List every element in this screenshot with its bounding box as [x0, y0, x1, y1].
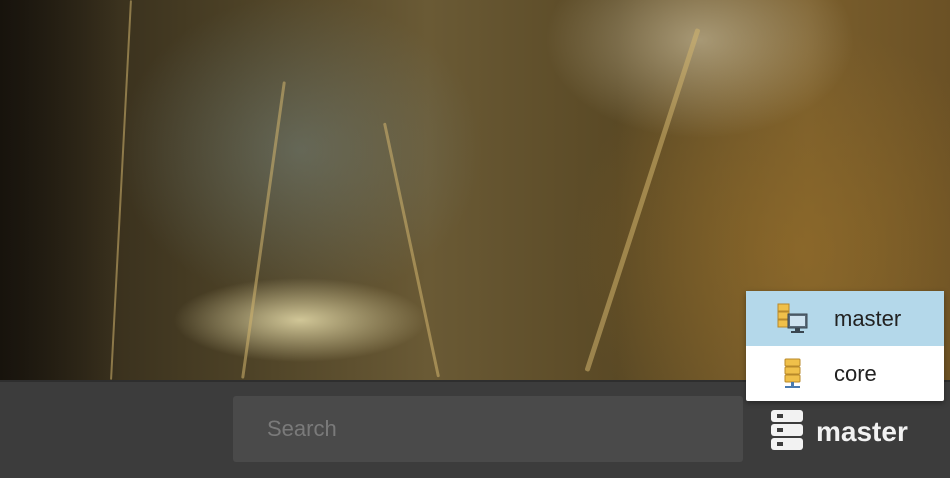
- menu-item-label: master: [834, 305, 902, 331]
- server-dropdown-menu: master core: [746, 291, 944, 401]
- server-stack-icon: [770, 409, 804, 455]
- server-monitor-icon: [776, 302, 810, 336]
- server-selector-button[interactable]: master: [758, 406, 938, 458]
- server-selector-label: master: [816, 416, 908, 447]
- grass-stem: [383, 122, 440, 378]
- photo-shadow: [0, 0, 120, 380]
- grass-stem: [241, 81, 286, 379]
- server-tower-icon: [776, 357, 810, 391]
- menu-item-core[interactable]: core: [746, 346, 944, 401]
- menu-item-label: core: [834, 360, 877, 386]
- menu-item-master[interactable]: master: [746, 291, 944, 346]
- search-input[interactable]: [233, 396, 743, 462]
- grass-stem: [584, 28, 701, 372]
